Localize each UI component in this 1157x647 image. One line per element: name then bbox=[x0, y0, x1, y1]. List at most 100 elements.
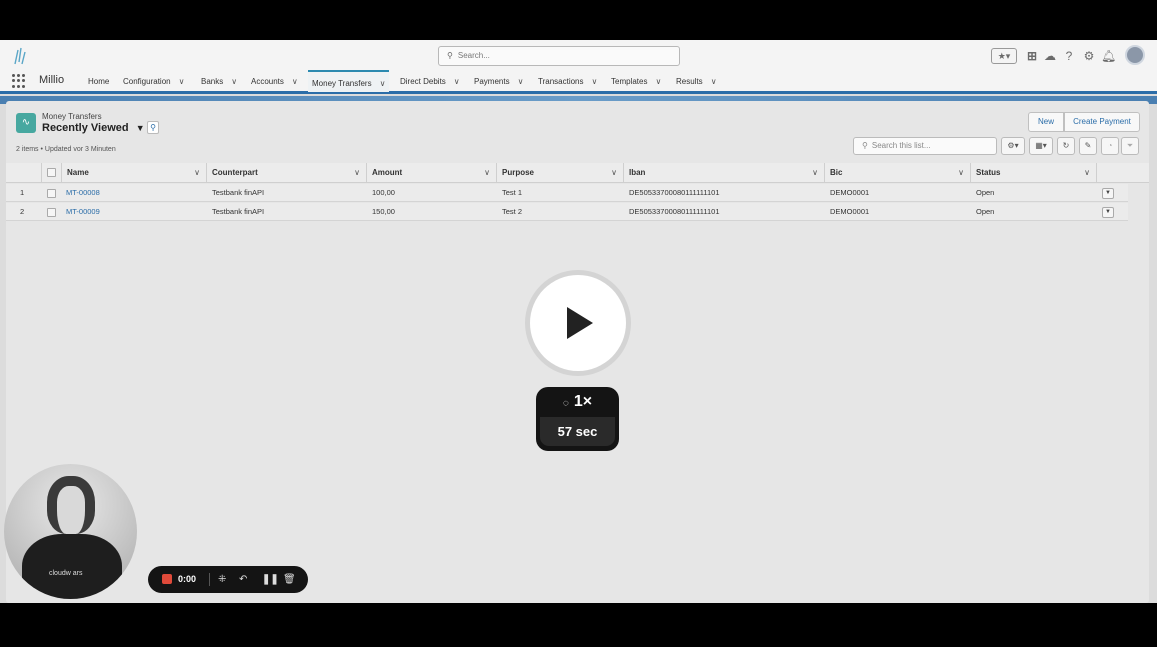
nav-item-money-transfers[interactable]: Money Transfers ∨ bbox=[308, 70, 390, 92]
chevron-down-icon[interactable]: ∨ bbox=[592, 77, 598, 86]
chevron-down-icon[interactable]: ∨ bbox=[812, 163, 818, 183]
filter-icon[interactable]: ⏷ bbox=[1121, 137, 1139, 155]
select-all-checkbox[interactable] bbox=[47, 168, 56, 177]
chevron-down-icon[interactable]: ∨ bbox=[354, 163, 360, 183]
list-view-selector[interactable]: Recently Viewed ▼ bbox=[42, 122, 145, 134]
stop-recording-icon[interactable] bbox=[162, 574, 172, 584]
list-meta: 2 items • Updated vor 3 Minuten bbox=[16, 146, 116, 153]
edit-pencil-icon[interactable]: ✎ bbox=[1079, 137, 1097, 155]
list-search-placeholder: Search this list... bbox=[871, 141, 931, 150]
help-icon[interactable]: ? bbox=[1062, 48, 1076, 64]
bic-cell: DEMO0001 bbox=[830, 188, 870, 197]
chevron-down-icon[interactable]: ∨ bbox=[1084, 163, 1090, 183]
global-search-input[interactable]: ⚲ Search... bbox=[438, 46, 680, 66]
purpose-cell: Test 2 bbox=[502, 207, 523, 216]
table-row: 2 MT-00009 Testbank finAPI 150,00 Test 2… bbox=[6, 203, 1128, 221]
create-payment-button[interactable]: Create Payment bbox=[1064, 112, 1140, 132]
chevron-down-icon[interactable]: ∨ bbox=[711, 77, 717, 86]
app-name: Millio bbox=[39, 74, 65, 86]
row-number: 2 bbox=[20, 207, 25, 216]
divider bbox=[209, 573, 210, 586]
select-all-header bbox=[42, 163, 62, 183]
add-icon[interactable]: ⊞ bbox=[1025, 48, 1039, 64]
webcam-bubble[interactable]: cloudw ars bbox=[4, 464, 137, 599]
nav-item-templates[interactable]: Templates ∨ bbox=[611, 77, 661, 86]
nav-item-home[interactable]: Home bbox=[88, 77, 109, 86]
play-icon bbox=[567, 307, 593, 339]
table-header: Name ∨ Counterpart ∨ Amount ∨ Purpose ∨ Iban… bbox=[6, 163, 1149, 183]
row-number: 1 bbox=[20, 188, 25, 197]
trash-icon[interactable]: 🗑︎ bbox=[283, 566, 296, 593]
search-icon: ⚲ bbox=[447, 51, 453, 60]
chevron-down-icon[interactable]: ∨ bbox=[380, 79, 386, 88]
new-button[interactable]: New bbox=[1028, 112, 1064, 132]
money-transfer-object-icon: ∿ bbox=[16, 113, 36, 133]
app-launcher-icon[interactable] bbox=[12, 74, 26, 88]
global-search-placeholder: Search... bbox=[457, 51, 490, 60]
list-search-input[interactable]: ⚲ Search this list... bbox=[853, 137, 997, 155]
nav-item-configuration[interactable]: Configuration ∨ bbox=[123, 77, 184, 86]
webcam-person-body bbox=[22, 534, 122, 599]
pin-icon[interactable]: ⚲ bbox=[147, 121, 159, 134]
play-button[interactable] bbox=[530, 275, 626, 371]
column-header-iban[interactable]: Iban ∨ bbox=[624, 163, 825, 183]
counterpart-cell: Testbank finAPI bbox=[212, 188, 265, 197]
record-name-link[interactable]: MT-00008 bbox=[66, 184, 100, 202]
chevron-down-icon[interactable]: ∨ bbox=[518, 77, 524, 86]
chevron-down-icon[interactable]: ∨ bbox=[454, 77, 460, 86]
chevron-down-icon[interactable]: ∨ bbox=[292, 77, 298, 86]
chevron-down-icon[interactable]: ∨ bbox=[655, 77, 661, 86]
nav-item-banks[interactable]: Banks ∨ bbox=[201, 77, 237, 86]
chevron-down-icon[interactable]: ∨ bbox=[231, 77, 237, 86]
counterpart-cell: Testbank finAPI bbox=[212, 207, 265, 216]
row-checkbox[interactable] bbox=[47, 208, 56, 217]
purpose-cell: Test 1 bbox=[502, 188, 523, 197]
nav-item-transactions[interactable]: Transactions ∨ bbox=[538, 77, 597, 86]
column-header-purpose[interactable]: Purpose ∨ bbox=[497, 163, 624, 183]
chevron-down-icon[interactable]: ∨ bbox=[179, 77, 185, 86]
favorites-icon[interactable]: ★▾ bbox=[991, 48, 1017, 64]
search-icon: ⚲ bbox=[862, 141, 868, 150]
column-header-status[interactable]: Status ∨ bbox=[971, 163, 1097, 183]
nav-item-results[interactable]: Results ∨ bbox=[676, 77, 717, 86]
column-header-bic[interactable]: Bic ∨ bbox=[825, 163, 971, 183]
iban-cell: DE50533700080111111101 bbox=[629, 188, 720, 197]
bell-icon[interactable]: 🔔︎ bbox=[1101, 48, 1116, 64]
chevron-down-icon[interactable]: ∨ bbox=[484, 163, 490, 183]
display-as-table-icon[interactable]: ▦▾ bbox=[1029, 137, 1053, 155]
chart-icon[interactable]: ◔ bbox=[1101, 137, 1119, 155]
object-label: Money Transfers bbox=[42, 112, 102, 121]
refresh-icon[interactable]: ↻ bbox=[1057, 137, 1075, 155]
amount-cell: 150,00 bbox=[372, 207, 395, 216]
nav-item-direct-debits[interactable]: Direct Debits ∨ bbox=[400, 77, 460, 86]
nav-item-payments[interactable]: Payments ∨ bbox=[474, 77, 523, 86]
row-actions-menu-icon[interactable]: ▼ bbox=[1102, 188, 1114, 199]
grid-icon[interactable]: ⁜ bbox=[218, 566, 226, 593]
column-header-amount[interactable]: Amount ∨ bbox=[367, 163, 497, 183]
row-checkbox[interactable] bbox=[47, 189, 56, 198]
recording-timer: 0:00 bbox=[178, 574, 197, 584]
chevron-down-icon[interactable]: ∨ bbox=[194, 163, 200, 183]
global-header: ⚲ Search... ★▾ ⊞ ☁ ? ⚙ 🔔︎ bbox=[0, 40, 1157, 72]
row-number-header bbox=[6, 163, 42, 183]
playback-speed-badge[interactable]: ◌ 1× 57 sec bbox=[536, 387, 619, 451]
record-name-link[interactable]: MT-00009 bbox=[66, 203, 100, 221]
trailhead-icon[interactable]: ☁ bbox=[1043, 48, 1057, 64]
avatar[interactable] bbox=[1125, 45, 1145, 65]
chevron-down-icon[interactable]: ∨ bbox=[611, 163, 617, 183]
app-logo-icon bbox=[14, 47, 26, 65]
column-header-counterpart[interactable]: Counterpart ∨ bbox=[207, 163, 367, 183]
nav-item-accounts[interactable]: Accounts ∨ bbox=[251, 77, 298, 86]
list-settings-gear-icon[interactable]: ⚙▾ bbox=[1001, 137, 1025, 155]
speed-control[interactable]: ◌ 1× bbox=[536, 387, 619, 417]
column-header-name[interactable]: Name ∨ bbox=[62, 163, 207, 183]
list-view-name: Recently Viewed bbox=[42, 122, 129, 134]
gear-icon[interactable]: ⚙ bbox=[1082, 48, 1096, 64]
caret-down-icon[interactable]: ▼ bbox=[136, 123, 145, 133]
pause-icon[interactable]: ❚❚ bbox=[262, 566, 279, 593]
row-actions-menu-icon[interactable]: ▼ bbox=[1102, 207, 1114, 218]
shirt-text: cloudw ars bbox=[49, 570, 83, 577]
chevron-down-icon[interactable]: ∨ bbox=[958, 163, 964, 183]
recording-controls: 0:00 ⁜ ↶ ❚❚ 🗑︎ bbox=[148, 566, 308, 593]
undo-icon[interactable]: ↶ bbox=[239, 566, 247, 593]
